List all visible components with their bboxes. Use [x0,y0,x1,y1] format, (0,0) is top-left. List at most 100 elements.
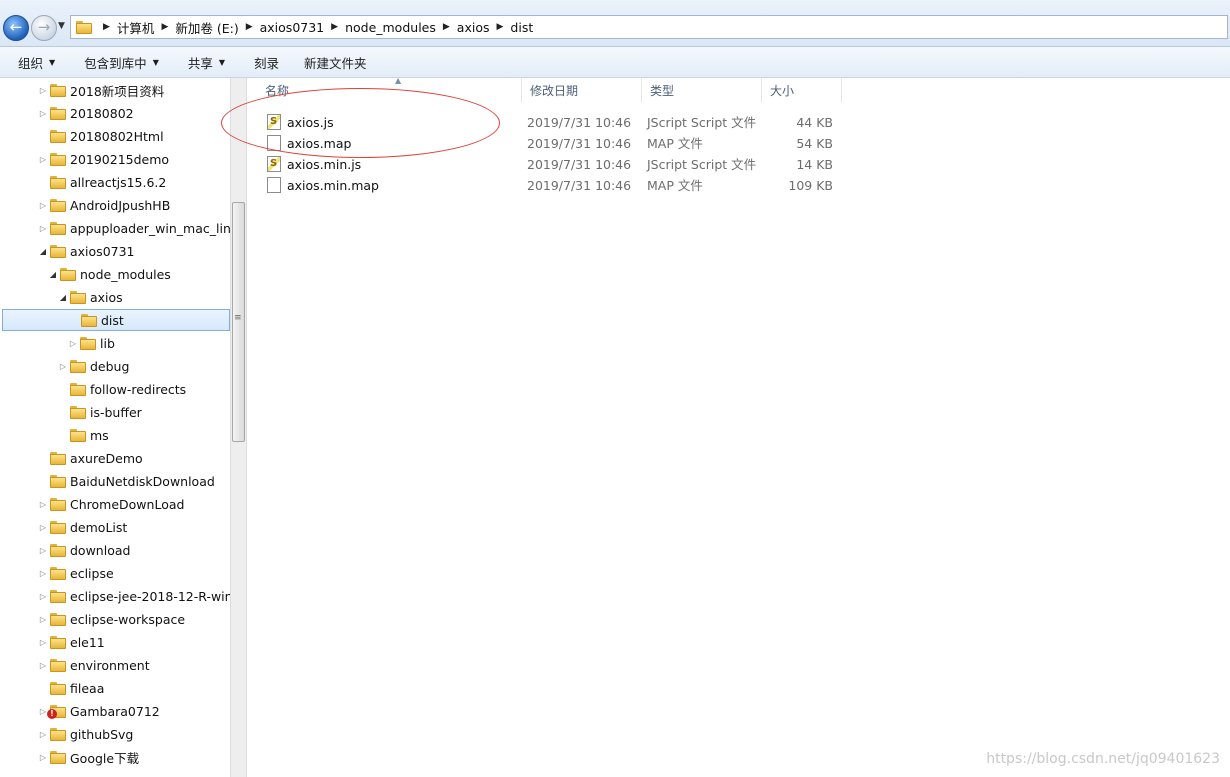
breadcrumb-drive[interactable]: 新加卷 (E:) [175,18,238,37]
tree-item[interactable]: ▷ AndroidJpushHB [38,194,170,216]
collapsed-arrow-icon[interactable]: ▷ [58,362,68,371]
collapsed-arrow-icon[interactable]: ▷ [38,569,48,578]
collapsed-arrow-icon[interactable]: ▷ [38,224,48,233]
tree-item[interactable]: follow-redirects [58,378,186,400]
organize-button[interactable]: 组织 ▼ [0,48,64,76]
breadcrumb-separator-icon[interactable]: ▶ [103,22,110,32]
collapsed-arrow-icon[interactable]: ▷ [38,86,48,95]
navigation-tree[interactable]: ▷ 2018新项目资料 ▷ 20180802 20180802Html ▷ 20190215… [0,78,230,777]
tree-item[interactable]: fileaa [38,677,104,699]
tree-item-label: lib [100,335,115,351]
tree-item[interactable]: ▷ githubSvg [38,723,133,745]
column-header-size[interactable]: 大小 [762,78,842,102]
tree-item[interactable]: ◢ axios [58,286,123,308]
collapsed-arrow-icon[interactable]: ▷ [38,109,48,118]
burn-label: 刻录 [254,55,280,71]
tree-item[interactable]: ▷ environment [38,654,150,676]
tree-item[interactable]: ▷ eclipse-workspace [38,608,185,630]
address-box[interactable]: ▶ 计算机 ▶ 新加卷 (E:) ▶ axios0731 ▶ node_modu… [70,15,1228,39]
tree-item[interactable]: ▷ 20190215demo [38,148,169,170]
tree-item-label: AndroidJpushHB [70,197,171,213]
tree-item-label: follow-redirects [90,381,187,397]
tree-item[interactable]: is-buffer [58,401,142,423]
collapsed-arrow-icon[interactable]: ▷ [68,339,78,348]
history-dropdown-icon[interactable]: ▼ [58,21,65,31]
expanded-arrow-icon[interactable]: ◢ [58,293,68,302]
breadcrumb-separator-icon[interactable]: ▶ [161,22,168,32]
tree-item[interactable]: ◢ axios0731 [38,240,135,262]
collapsed-arrow-icon[interactable]: ▷ [38,638,48,647]
column-header-name[interactable]: 名称 ▲ [257,76,522,102]
tree-item[interactable]: ▷ Google下载 [38,746,139,768]
tree-item[interactable]: allreactjs15.6.2 [38,171,166,193]
tree-item[interactable]: ▷ ChromeDownLoad [38,493,185,515]
column-header-type[interactable]: 类型 [642,78,762,102]
command-toolbar: 组织 ▼ 包含到库中 ▼ 共享 ▼ 刻录 新建文件夹 [0,47,1230,78]
expanded-arrow-icon[interactable]: ◢ [48,270,58,279]
tree-item[interactable]: dist [2,309,230,331]
tree-item[interactable]: ▷! Gambara0712 [38,700,160,722]
tree-item-label: demoList [70,519,128,535]
tree-item-label: ms [90,427,109,443]
back-arrow-icon[interactable]: ← [3,15,29,41]
tree-item[interactable]: ◢ node_modules [48,263,171,285]
file-name: axios.map [287,136,352,151]
folder-icon [50,451,66,465]
tree-item-label: appuploader_win_mac_linux [70,220,230,236]
tree-item[interactable]: 20180802Html [38,125,164,147]
folder-icon [60,267,76,281]
collapsed-arrow-icon[interactable]: ▷ [38,523,48,532]
tree-item[interactable]: ▷ download [38,539,131,561]
folder-icon [50,658,66,672]
tree-item[interactable]: axureDemo [38,447,143,469]
file-row[interactable]: axios.map 2019/7/31 10:46 MAP 文件 54 KB [247,133,847,154]
tree-item[interactable]: BaiduNetdiskDownload [38,470,215,492]
scroll-grip-icon: ≡ [234,313,242,323]
collapsed-arrow-icon[interactable]: ▷ [38,753,48,762]
tree-item[interactable]: ▷ eclipse [38,562,114,584]
file-row[interactable]: axios.min.js 2019/7/31 10:46 JScript Scr… [247,154,847,175]
tree-item[interactable]: ▷ demoList [38,516,127,538]
expanded-arrow-icon[interactable]: ◢ [38,247,48,256]
burn-button[interactable]: 刻录 [234,48,288,76]
breadcrumb-separator-icon[interactable]: ▶ [246,22,253,32]
breadcrumb-node-modules[interactable]: node_modules [345,20,436,35]
new-folder-button[interactable]: 新建文件夹 [288,48,376,76]
collapsed-arrow-icon[interactable]: ▷ [38,500,48,509]
collapsed-arrow-icon[interactable]: ▷ [38,546,48,555]
breadcrumb-separator-icon[interactable]: ▶ [331,22,338,32]
tree-item[interactable]: ▷ 20180802 [38,102,134,124]
file-row[interactable]: axios.min.map 2019/7/31 10:46 MAP 文件 109… [247,175,847,196]
breadcrumb-axios[interactable]: axios [457,20,490,35]
collapsed-arrow-icon[interactable]: ▷ [38,661,48,670]
watermark: https://blog.csdn.net/jq09401623 [986,751,1220,767]
collapsed-arrow-icon[interactable]: ▷ [38,730,48,739]
collapsed-arrow-icon[interactable]: ▷ [38,201,48,210]
tree-item[interactable]: ▷ appuploader_win_mac_linux [38,217,230,239]
column-header-modified[interactable]: 修改日期 [522,78,642,102]
tree-item[interactable]: ms [58,424,109,446]
include-in-library-button[interactable]: 包含到库中 ▼ [64,48,168,76]
collapsed-arrow-icon[interactable]: ▷ [38,592,48,601]
tree-item[interactable]: ▷ eclipse-jee-2018-12-R-win32 [38,585,230,607]
forward-arrow-icon[interactable]: → [31,15,57,41]
tree-scrollbar[interactable]: ≡ [230,78,247,777]
collapsed-arrow-icon[interactable]: ▷ [38,155,48,164]
tree-item[interactable]: ▷ 2018新项目资料 [38,79,164,101]
folder-icon [50,635,66,649]
file-row[interactable]: axios.js 2019/7/31 10:46 JScript Script … [247,112,847,133]
tree-item[interactable]: ▷ ele11 [38,631,105,653]
collapsed-arrow-icon[interactable]: ▷ [38,615,48,624]
tree-item-label: 20180802 [70,105,134,121]
tree-item[interactable]: ▷ lib [68,332,115,354]
tree-item-label: is-buffer [90,404,142,420]
organize-label: 组织 [18,55,44,71]
breadcrumb-separator-icon[interactable]: ▶ [443,22,450,32]
breadcrumb-separator-icon[interactable]: ▶ [497,22,504,32]
breadcrumb-dist[interactable]: dist [510,20,533,35]
tree-item[interactable]: ▷ debug [58,355,130,377]
share-button[interactable]: 共享 ▼ [168,48,234,76]
breadcrumb-axios0731[interactable]: axios0731 [260,20,325,35]
chevron-down-icon: ▼ [49,57,56,67]
breadcrumb-computer[interactable]: 计算机 [117,18,155,37]
